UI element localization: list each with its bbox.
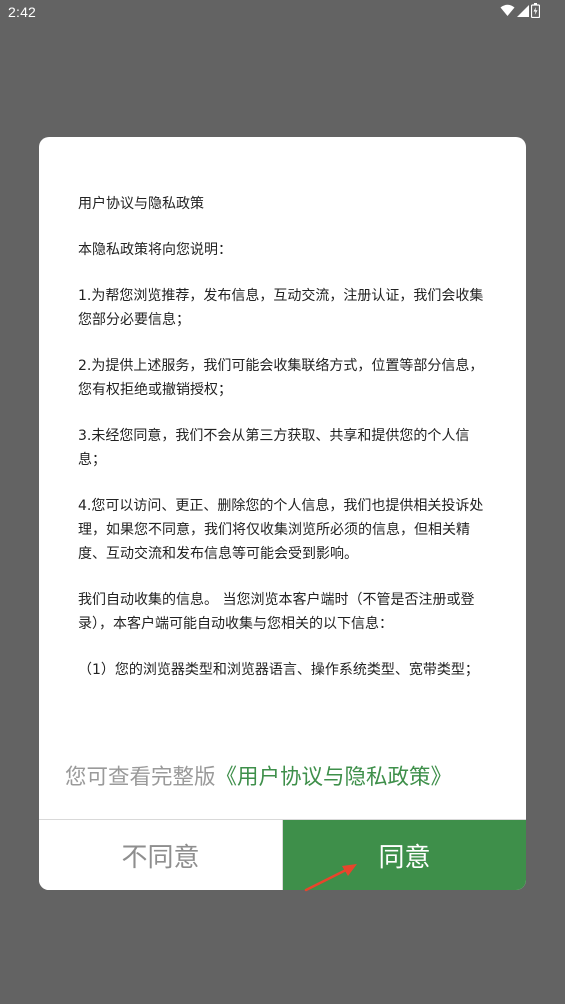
- signal-icon: [517, 4, 529, 17]
- agree-button[interactable]: 同意: [283, 820, 526, 890]
- policy-intro: 本隐私政策将向您说明：: [78, 242, 232, 258]
- policy-auto-collect-item-1: （1）您的浏览器类型和浏览器语言、操作系统类型、宽带类型；: [78, 662, 479, 678]
- status-icons: [500, 3, 540, 18]
- full-policy-link[interactable]: 《用户协议与隐私政策》: [216, 765, 453, 790]
- policy-auto-collect: 我们自动收集的信息。 当您浏览本客户端时（不管是否注册或登录），本客户端可能自动…: [78, 592, 475, 632]
- full-policy-prefix: 您可查看完整版: [65, 765, 216, 790]
- policy-title: 用户协议与隐私政策: [78, 196, 204, 212]
- full-policy-row: 您可查看完整版《用户协议与隐私政策》: [65, 764, 505, 792]
- policy-item-3: 3.未经您同意，我们不会从第三方获取、共享和提供您的个人信息；: [78, 428, 470, 468]
- policy-item-2: 2.为提供上述服务，我们可能会收集联络方式，位置等部分信息，您有权拒绝或撤销授权…: [78, 358, 484, 398]
- policy-item-1: 1.为帮您浏览推荐，发布信息，互动交流，注册认证，我们会收集您部分必要信息；: [78, 288, 484, 328]
- disagree-button[interactable]: 不同意: [39, 820, 283, 890]
- privacy-dialog: 用户协议与隐私政策 本隐私政策将向您说明： 1.为帮您浏览推荐，发布信息，互动交…: [39, 137, 526, 890]
- status-bar: 2:42: [0, 0, 565, 24]
- status-time: 2:42: [8, 4, 37, 20]
- wifi-icon: [500, 4, 515, 17]
- policy-text-scroll[interactable]: 用户协议与隐私政策 本隐私政策将向您说明： 1.为帮您浏览推荐，发布信息，互动交…: [78, 192, 492, 732]
- battery-icon: [531, 3, 540, 18]
- dialog-button-row: 不同意 同意: [39, 819, 526, 890]
- policy-item-4: 4.您可以访问、更正、删除您的个人信息，我们也提供相关投诉处理，如果您不同意，我…: [78, 498, 484, 562]
